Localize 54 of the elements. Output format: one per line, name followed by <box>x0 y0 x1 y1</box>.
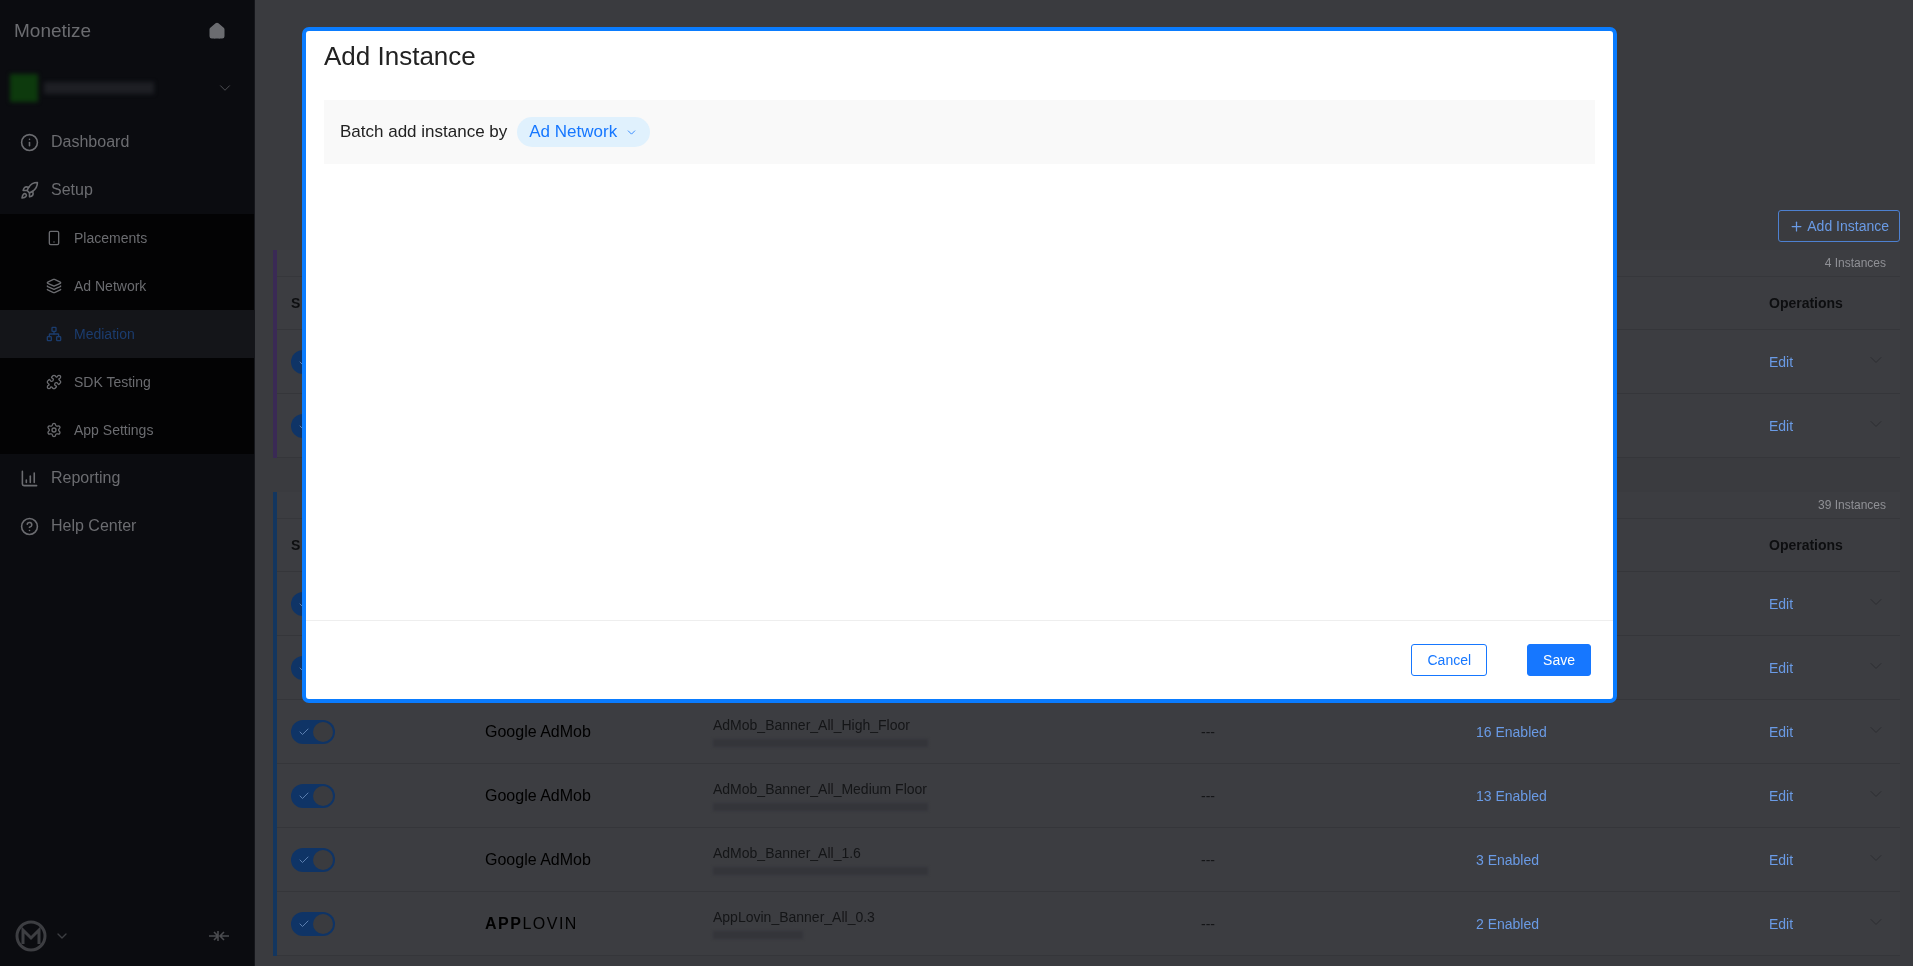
bid-value: --- <box>1201 915 1215 932</box>
enabled-link[interactable]: 13 Enabled <box>1476 787 1547 804</box>
status-toggle[interactable] <box>291 719 335 744</box>
bid-value: --- <box>1201 851 1215 868</box>
network-logo: Google AdMob <box>485 786 591 804</box>
edit-link[interactable]: Edit <box>1769 723 1794 740</box>
menu-icon <box>20 132 39 152</box>
menu-icon <box>20 468 39 488</box>
home-icon[interactable] <box>208 22 226 40</box>
edit-link[interactable]: Edit <box>1769 915 1794 932</box>
app-title: Monetize <box>14 20 92 42</box>
sidebar-item[interactable]: Setup <box>0 166 254 214</box>
status-toggle[interactable] <box>291 847 335 872</box>
menu-icon <box>46 278 62 294</box>
collapse-icon[interactable] <box>208 930 230 942</box>
instance-count: 39 Instances <box>1817 498 1886 512</box>
edit-link[interactable]: Edit <box>1769 353 1794 370</box>
edit-link[interactable]: Edit <box>1769 787 1794 804</box>
sidebar-item[interactable]: Reporting <box>0 454 254 502</box>
menu-icon <box>20 180 39 200</box>
bid-value: --- <box>1201 787 1215 804</box>
network-logo: APPLOVIN <box>485 914 578 932</box>
sidebar-subitem[interactable]: SDK Testing <box>0 358 254 406</box>
enabled-link[interactable]: 3 Enabled <box>1476 851 1540 868</box>
dialog-title: Add Instance <box>323 40 477 73</box>
edit-link[interactable]: Edit <box>1769 417 1794 434</box>
add-instance-button[interactable]: Add Instance <box>1778 210 1900 242</box>
bid-value: --- <box>1201 723 1215 740</box>
batch-type-dropdown[interactable]: Ad Network <box>517 117 651 147</box>
menu-icon <box>46 374 62 390</box>
sidebar-subitem[interactable]: App Settings <box>0 406 254 454</box>
logo-icon[interactable] <box>14 919 48 953</box>
menu-icon <box>46 230 62 246</box>
enabled-link[interactable]: 16 Enabled <box>1476 723 1547 740</box>
save-button[interactable]: Save <box>1527 644 1591 676</box>
sidebar-item[interactable]: Help Center <box>0 502 254 550</box>
batch-label: Batch add instance by <box>340 122 508 142</box>
menu-icon <box>46 422 62 438</box>
menu-icon <box>20 516 39 536</box>
network-logo: Google AdMob <box>485 850 591 868</box>
sidebar-item[interactable]: Dashboard <box>0 118 254 166</box>
plus-icon <box>1789 218 1805 234</box>
network-logo: Google AdMob <box>485 722 591 740</box>
edit-link[interactable]: Edit <box>1769 659 1794 676</box>
edit-link[interactable]: Edit <box>1769 851 1794 868</box>
enabled-link[interactable]: 2 Enabled <box>1476 915 1540 932</box>
instance-count: 4 Instances <box>1824 256 1886 270</box>
status-toggle[interactable] <box>291 783 335 808</box>
sidebar-subitem[interactable]: Placements <box>0 214 254 262</box>
status-toggle[interactable] <box>291 911 335 936</box>
menu-icon <box>46 326 62 342</box>
sidebar-subitem[interactable]: Ad Network <box>0 262 254 310</box>
edit-link[interactable]: Edit <box>1769 595 1794 612</box>
cancel-button[interactable]: Cancel <box>1411 644 1488 676</box>
